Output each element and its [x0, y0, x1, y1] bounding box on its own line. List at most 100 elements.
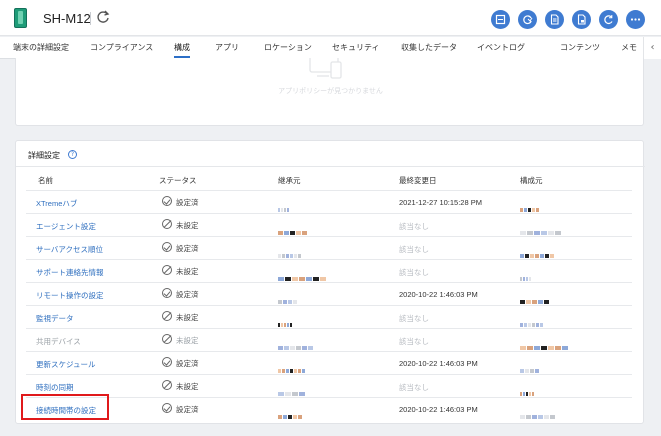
status-label: 未設定: [176, 336, 199, 345]
refresh-icon[interactable]: [96, 10, 110, 24]
redacted-inherited-value: [278, 199, 290, 212]
check-circle-icon: [162, 357, 172, 367]
status-cell: 未設定: [162, 334, 242, 346]
modified-date: 該当なし: [399, 222, 429, 231]
redacted-inherited-value: [278, 291, 298, 304]
status-cell: 未設定: [162, 380, 242, 392]
export-button[interactable]: [491, 10, 510, 29]
tab-content[interactable]: コンテンツ: [560, 42, 600, 53]
setting-name-link: 共用デバイス: [36, 337, 81, 346]
tab-collected-data[interactable]: 収集したデータ: [401, 42, 457, 53]
card-title: 詳細設定: [28, 151, 60, 160]
redacted-inherited-value: [278, 268, 327, 281]
table-row: 共用デバイス 未設定 該当なし: [26, 328, 632, 351]
status-cell: 設定済: [162, 357, 242, 369]
status-cell: 設定済: [162, 288, 242, 300]
redacted-config-source: [520, 314, 544, 327]
modified-date: 該当なし: [399, 337, 429, 346]
redacted-inherited-value: [278, 222, 308, 235]
modified-date: 2020-10-22 1:46:03 PM: [399, 290, 478, 299]
status-label: 設定済: [176, 359, 199, 368]
modified-date: 該当なし: [399, 245, 429, 254]
check-circle-icon: [162, 403, 172, 413]
detail-settings-card: 詳細設定 ? 名前 ステータス 継承元 最終変更日 構成元 XTremeハブ 設定…: [15, 140, 645, 424]
tab-apps[interactable]: アプリ: [215, 42, 239, 53]
modified-date: 2020-10-22 1:46:03 PM: [399, 359, 478, 368]
redacted-config-source: [520, 268, 532, 281]
lock-document-icon: [577, 14, 586, 25]
setting-name-link[interactable]: 更新スケジュール: [36, 359, 95, 370]
check-circle-icon: [162, 242, 172, 252]
status-cell: 設定済: [162, 403, 242, 415]
status-label: 設定済: [176, 405, 199, 414]
setting-name-link[interactable]: リモート操作の設定: [36, 290, 104, 301]
redacted-config-source: [520, 222, 562, 235]
tab-bar: 端末の詳細設定 コンプライアンス 構成 アプリ ロケーション セキュリティ 収集…: [0, 37, 661, 59]
sync-button[interactable]: [518, 10, 537, 29]
blocked-circle-icon: [162, 334, 172, 344]
tab-memo[interactable]: メモ: [621, 42, 637, 53]
table-row: 時刻の同期 未設定 該当なし: [26, 374, 632, 397]
more-icon: [630, 18, 641, 21]
blocked-circle-icon: [162, 219, 172, 229]
sync-icon: [523, 15, 533, 25]
reload-button[interactable]: [599, 10, 618, 29]
column-header-status: ステータス: [159, 176, 197, 185]
table-row: XTremeハブ 設定済 2021-12-27 10:15:28 PM: [26, 190, 632, 213]
status-cell: 未設定: [162, 265, 242, 277]
device-header: SH-M12: [0, 0, 661, 36]
setting-name-link[interactable]: サーバアクセス順位: [36, 244, 103, 255]
status-label: 未設定: [176, 382, 199, 391]
table-row: サーバアクセス順位 設定済 該当なし: [26, 236, 632, 259]
status-label: 未設定: [176, 267, 199, 276]
status-label: 設定済: [176, 198, 199, 207]
column-header-config: 構成元: [520, 176, 543, 185]
device-name: SH-M12: [43, 11, 91, 26]
table-row: リモート操作の設定 設定済 2020-10-22 1:46:03 PM: [26, 282, 632, 305]
redacted-config-source: [520, 360, 540, 373]
tab-scroll-left-icon[interactable]: ‹: [643, 37, 661, 59]
tab-device-details[interactable]: 端末の詳細設定: [13, 42, 69, 53]
table-row: サポート連絡先情報 未設定 該当なし: [26, 259, 632, 282]
highlight-box: [21, 394, 109, 420]
redacted-config-source: [520, 291, 550, 304]
modified-date: 該当なし: [399, 268, 429, 277]
status-label: 設定済: [176, 244, 199, 253]
setting-name-link[interactable]: エージェント設定: [36, 221, 96, 232]
redacted-inherited-value: [278, 314, 293, 327]
tab-event-log[interactable]: イベントログ: [477, 42, 525, 53]
reload-icon: [604, 15, 613, 25]
blocked-circle-icon: [162, 265, 172, 275]
redacted-inherited-value: [278, 245, 302, 258]
setting-name-link[interactable]: 監視データ: [36, 313, 74, 324]
help-icon[interactable]: ?: [68, 150, 77, 159]
tab-compliance[interactable]: コンプライアンス: [90, 42, 153, 53]
status-label: 設定済: [176, 290, 199, 299]
column-header-modified: 最終変更日: [399, 176, 437, 185]
more-button[interactable]: [626, 10, 645, 29]
redacted-config-source: [520, 337, 569, 350]
column-header-name: 名前: [38, 176, 53, 185]
table-row: 監視データ 未設定 該当なし: [26, 305, 632, 328]
tab-configuration[interactable]: 構成: [174, 42, 190, 58]
tab-location[interactable]: ロケーション: [264, 42, 312, 53]
smartphone-icon: [14, 8, 27, 28]
setting-name-link[interactable]: サポート連絡先情報: [36, 267, 104, 278]
lock-document-button[interactable]: [572, 10, 591, 29]
setting-name-link[interactable]: 時刻の同期: [36, 382, 74, 393]
empty-state-message: アプリポリシーが見つかりません: [278, 88, 383, 95]
title-divider: [90, 12, 91, 25]
redacted-inherited-value: [278, 383, 306, 396]
status-label: 未設定: [176, 221, 199, 230]
modified-date: 2020-10-22 1:46:03 PM: [399, 405, 478, 414]
document-button[interactable]: [545, 10, 564, 29]
setting-name-link[interactable]: XTremeハブ: [36, 198, 77, 209]
status-cell: 未設定: [162, 219, 242, 231]
redacted-config-source: [520, 199, 540, 212]
table-row: エージェント設定 未設定 該当なし: [26, 213, 632, 236]
tab-security[interactable]: セキュリティ: [332, 42, 380, 53]
devices-placeholder-icon: [309, 58, 342, 79]
modified-date: 該当なし: [399, 314, 429, 323]
table-row: 更新スケジュール 設定済 2020-10-22 1:46:03 PM: [26, 351, 632, 374]
check-circle-icon: [162, 288, 172, 298]
